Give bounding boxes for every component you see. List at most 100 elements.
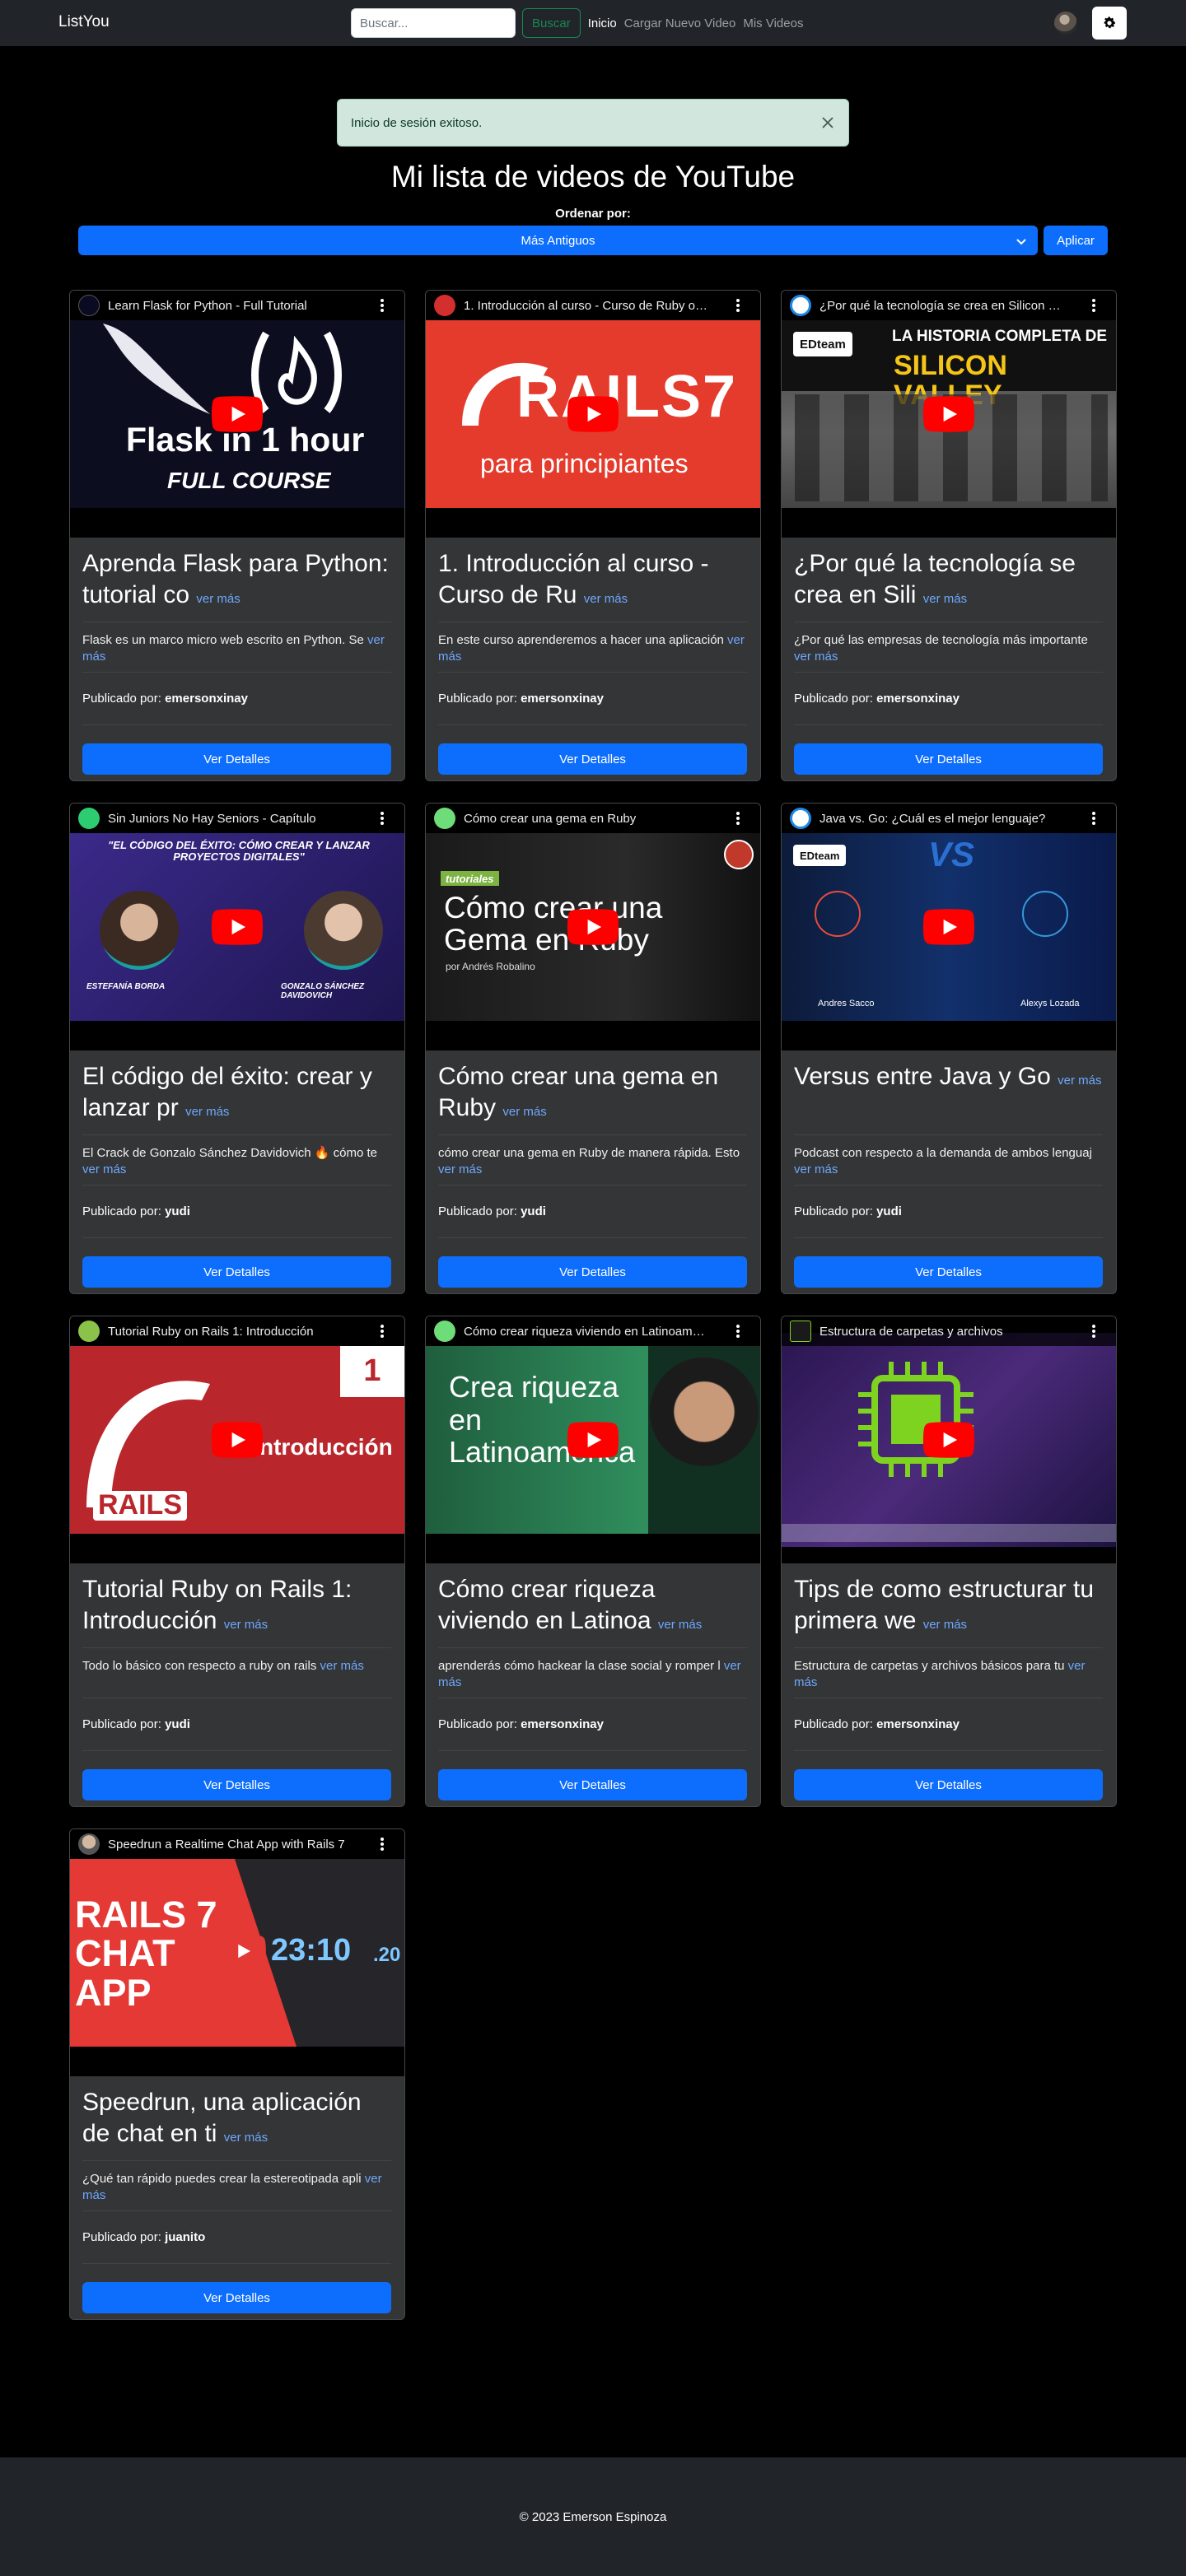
video-embed[interactable]: Crea riqueza en Latinoamérica Cómo crear… bbox=[426, 1316, 760, 1563]
play-icon[interactable] bbox=[209, 909, 265, 945]
nav-link-mis-videos[interactable]: Mis Videos bbox=[743, 16, 803, 30]
video-embed[interactable]: Estructura de carpetas y archivos bbox=[782, 1316, 1116, 1563]
sort-select[interactable]: Más Antiguos bbox=[78, 226, 1038, 255]
more-options-icon[interactable] bbox=[735, 298, 740, 313]
ver-detalles-button[interactable]: Ver Detalles bbox=[82, 1769, 391, 1800]
video-title[interactable]: 1. Introducción al curso - Curso de Ruby… bbox=[464, 299, 711, 313]
video-embed[interactable]: RAILS7 para principiantes 1. Introducció… bbox=[426, 291, 760, 538]
play-icon[interactable] bbox=[921, 909, 977, 945]
more-options-icon[interactable] bbox=[735, 811, 740, 826]
play-icon[interactable] bbox=[209, 396, 265, 432]
video-embed[interactable]: tutoriales Cómo crear una Gema en Ruby p… bbox=[426, 804, 760, 1050]
more-options-icon[interactable] bbox=[1091, 298, 1096, 313]
ver-mas-link[interactable]: ver más bbox=[1058, 1074, 1101, 1088]
ver-detalles-button[interactable]: Ver Detalles bbox=[794, 743, 1103, 775]
ver-mas-link[interactable]: ver más bbox=[923, 592, 967, 606]
ver-detalles-button[interactable]: Ver Detalles bbox=[82, 1256, 391, 1288]
play-icon[interactable] bbox=[921, 1422, 977, 1458]
play-icon[interactable] bbox=[565, 1422, 621, 1458]
ver-mas-link[interactable]: ver más bbox=[224, 1618, 268, 1632]
brand-logo[interactable]: ListYou bbox=[58, 13, 110, 31]
thumbnail-timer: 23:10 bbox=[271, 1933, 352, 1968]
more-options-icon[interactable] bbox=[380, 1837, 385, 1852]
ver-detalles-button[interactable]: Ver Detalles bbox=[438, 743, 747, 775]
channel-icon bbox=[790, 295, 811, 316]
video-card: Flask in 1 hour FULL COURSE Learn Flask … bbox=[69, 290, 405, 781]
divider bbox=[82, 1185, 391, 1186]
ver-mas-link[interactable]: ver más bbox=[658, 1618, 702, 1632]
ver-detalles-button[interactable]: Ver Detalles bbox=[794, 1256, 1103, 1288]
ver-mas-link[interactable]: ver más bbox=[584, 592, 628, 606]
ver-detalles-button[interactable]: Ver Detalles bbox=[82, 2282, 391, 2313]
video-topbar: Sin Juniors No Hay Seniors - Capítulo bbox=[70, 804, 404, 833]
avatar[interactable] bbox=[1054, 12, 1077, 35]
ver-detalles-button[interactable]: Ver Detalles bbox=[794, 1769, 1103, 1800]
video-title[interactable]: Tutorial Ruby on Rails 1: Introducción bbox=[108, 1325, 314, 1339]
divider bbox=[82, 724, 391, 725]
video-title[interactable]: Sin Juniors No Hay Seniors - Capítulo bbox=[108, 812, 316, 826]
play-icon[interactable] bbox=[209, 1422, 265, 1458]
success-alert: Inicio de sesión exitoso. bbox=[337, 99, 849, 147]
nav-link-inicio[interactable]: Inicio bbox=[588, 16, 617, 30]
more-options-icon[interactable] bbox=[380, 1324, 385, 1339]
more-options-icon[interactable] bbox=[380, 298, 385, 313]
ver-mas-link[interactable]: ver más bbox=[794, 650, 838, 664]
play-icon[interactable] bbox=[220, 1935, 266, 1968]
more-options-icon[interactable] bbox=[380, 811, 385, 826]
search-button[interactable]: Buscar bbox=[522, 8, 581, 38]
nav-link-cargar-video[interactable]: Cargar Nuevo Video bbox=[624, 16, 736, 30]
ver-mas-link[interactable]: ver más bbox=[224, 2131, 268, 2145]
video-embed[interactable]: RAILS ntroducción 1 Tutorial Ruby on Rai… bbox=[70, 1316, 404, 1563]
more-options-icon[interactable] bbox=[1091, 811, 1096, 826]
ver-mas-link[interactable]: ver más bbox=[923, 1618, 967, 1632]
video-embed[interactable]: RAILS 7 CHAT APP 23:10 .20 Speedrun a Re… bbox=[70, 1829, 404, 2076]
ver-mas-link[interactable]: ver más bbox=[794, 1162, 838, 1176]
thumbnail-subtext: FULL COURSE bbox=[167, 468, 331, 493]
card-title: Versus entre Java y Go ver más bbox=[794, 1063, 1102, 1090]
video-title[interactable]: Speedrun a Realtime Chat App with Rails … bbox=[108, 1838, 345, 1852]
divider bbox=[82, 672, 391, 673]
divider bbox=[794, 1185, 1103, 1186]
video-embed[interactable]: "EL CÓDIGO DEL ÉXITO: CÓMO CREAR Y LANZA… bbox=[70, 804, 404, 1050]
video-embed[interactable]: Flask in 1 hour FULL COURSE Learn Flask … bbox=[70, 291, 404, 538]
theme-toggle-button[interactable] bbox=[1092, 7, 1127, 40]
ver-mas-link[interactable]: ver más bbox=[196, 592, 240, 606]
search-input[interactable] bbox=[351, 8, 516, 38]
ver-mas-link[interactable]: ver más bbox=[502, 1105, 546, 1119]
card-body: Tips de como estructurar tu primera we v… bbox=[794, 1574, 1103, 1642]
more-options-icon[interactable] bbox=[735, 1324, 740, 1339]
ver-mas-link[interactable]: ver más bbox=[438, 1162, 482, 1176]
thumbnail-text: "EL CÓDIGO DEL ÉXITO: CÓMO CREAR Y LANZA… bbox=[108, 839, 370, 863]
author-name: juanito bbox=[165, 2230, 206, 2244]
ver-mas-link[interactable]: ver más bbox=[320, 1659, 364, 1673]
video-title[interactable]: ¿Por qué la tecnología se crea en Silico… bbox=[819, 299, 1067, 313]
card-body: ¿Por qué la tecnología se crea en Sili v… bbox=[794, 548, 1103, 616]
ver-detalles-button[interactable]: Ver Detalles bbox=[82, 743, 391, 775]
apply-sort-button[interactable]: Aplicar bbox=[1044, 226, 1108, 255]
channel-badge: EDteam bbox=[793, 845, 847, 866]
more-options-icon[interactable] bbox=[1091, 1324, 1096, 1339]
video-title[interactable]: Estructura de carpetas y archivos bbox=[819, 1325, 1003, 1339]
play-icon[interactable] bbox=[921, 396, 977, 432]
ver-detalles-button[interactable]: Ver Detalles bbox=[438, 1256, 747, 1288]
video-card: LA HISTORIA COMPLETA DE SILICON VALLEY ¿… bbox=[781, 290, 1117, 781]
card-author: Publicado por: emersonxinay bbox=[438, 692, 604, 706]
play-icon[interactable] bbox=[565, 396, 621, 432]
video-title[interactable]: Java vs. Go: ¿Cuál es el mejor lenguaje? bbox=[819, 812, 1045, 826]
divider bbox=[82, 1134, 391, 1135]
divider bbox=[794, 1647, 1103, 1648]
video-title[interactable]: Cómo crear riqueza viviendo en Latinoamé… bbox=[464, 1325, 711, 1339]
video-title[interactable]: Learn Flask for Python - Full Tutorial bbox=[108, 299, 307, 313]
video-title[interactable]: Cómo crear una gema en Ruby bbox=[464, 812, 636, 826]
ver-detalles-button[interactable]: Ver Detalles bbox=[438, 1769, 747, 1800]
play-icon[interactable] bbox=[565, 909, 621, 945]
alert-message: Inicio de sesión exitoso. bbox=[351, 115, 483, 130]
author-name: yudi bbox=[165, 1204, 190, 1218]
divider bbox=[794, 1750, 1103, 1751]
ver-mas-link[interactable]: ver más bbox=[185, 1105, 229, 1119]
ver-mas-link[interactable]: ver más bbox=[82, 1162, 126, 1176]
video-embed[interactable]: LA HISTORIA COMPLETA DE SILICON VALLEY ¿… bbox=[782, 291, 1116, 538]
video-embed[interactable]: VS Andres Sacco Alexys Lozada Java vs. G… bbox=[782, 804, 1116, 1050]
card-description: El Crack de Gonzalo Sánchez Davidovich 🔥… bbox=[82, 1146, 378, 1176]
alert-close-button[interactable] bbox=[819, 114, 837, 132]
